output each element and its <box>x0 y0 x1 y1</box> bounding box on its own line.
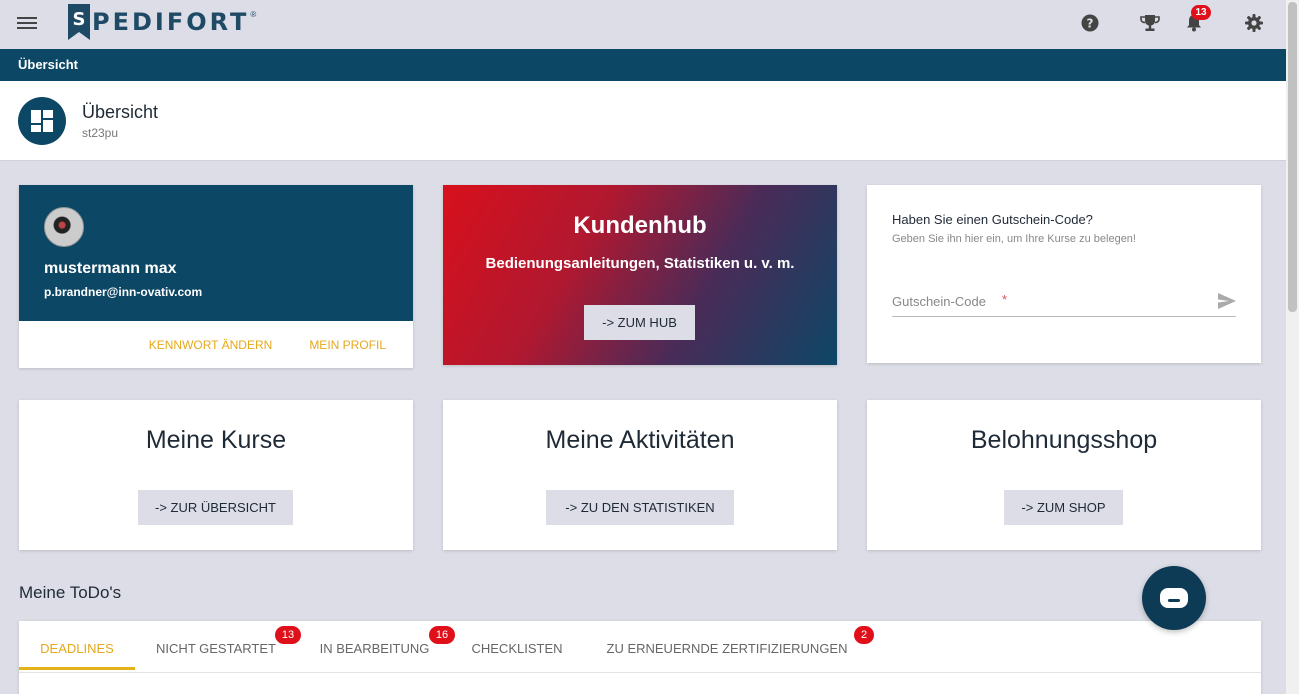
tab-deadlines[interactable]: DEADLINES <box>19 621 135 670</box>
todos-card: DEADLINES NICHT GESTARTET 13 IN BEARBEIT… <box>19 621 1261 694</box>
tab-not-started[interactable]: NICHT GESTARTET <box>155 621 277 670</box>
change-password-button[interactable]: KENNWORT ÄNDERN <box>149 338 273 352</box>
tile-title: Meine Kurse <box>145 426 287 454</box>
top-bar: S PEDIFORT ® ? 13 <box>0 0 1286 49</box>
voucher-field: * <box>892 289 1236 317</box>
count-badge: 13 <box>275 626 301 644</box>
my-courses-tile: Meine Kurse -> ZUR ÜBERSICHT <box>19 400 413 550</box>
gear-icon[interactable] <box>1243 12 1265 34</box>
to-statistics-button[interactable]: -> ZU DEN STATISTIKEN <box>546 490 734 525</box>
voucher-title: Haben Sie einen Gutschein-Code? <box>892 212 1093 227</box>
send-icon[interactable] <box>1218 293 1236 309</box>
svg-text:S: S <box>73 9 86 30</box>
count-badge: 2 <box>854 626 874 644</box>
logo[interactable]: S PEDIFORT ® <box>68 4 256 40</box>
to-shop-button[interactable]: -> ZUM SHOP <box>1004 490 1123 525</box>
todos-heading: Meine ToDo's <box>19 583 122 602</box>
chat-button[interactable] <box>1142 566 1206 630</box>
profile-email: p.brandner@inn-ovativ.com <box>44 285 203 299</box>
voucher-card: Haben Sie einen Gutschein-Code? Geben Si… <box>867 185 1261 363</box>
help-icon[interactable]: ? <box>1079 12 1101 34</box>
tab-certifications[interactable]: ZU ERNEUERNDE ZERTIFIZIERUNGEN <box>602 621 852 670</box>
logo-registered-mark: ® <box>250 10 257 19</box>
required-mark: * <box>1002 292 1008 307</box>
to-hub-button[interactable]: -> ZUM HUB <box>584 305 695 340</box>
tile-title: Belohnungsshop <box>970 426 1158 454</box>
dashboard-icon <box>18 97 66 145</box>
todo-tabs: DEADLINES NICHT GESTARTET 13 IN BEARBEIT… <box>19 621 1261 673</box>
voucher-subtitle: Geben Sie ihn hier ein, um Ihre Kurse zu… <box>892 233 1136 245</box>
avatar <box>44 207 84 247</box>
my-activities-tile: Meine Aktivitäten -> ZU DEN STATISTIKEN <box>443 400 837 550</box>
voucher-code-input[interactable] <box>892 289 1202 313</box>
chat-icon <box>1160 588 1188 608</box>
tab-checklists[interactable]: CHECKLISTEN <box>471 621 563 670</box>
count-badge: 16 <box>429 626 455 644</box>
page-header: Übersicht st23pu <box>0 81 1286 161</box>
page-subtitle: st23pu <box>82 126 119 140</box>
hub-title: Kundenhub <box>573 212 707 239</box>
scrollbar-thumb[interactable] <box>1288 2 1297 312</box>
tab-in-progress[interactable]: IN BEARBEITUNG <box>317 621 432 670</box>
tile-title: Meine Aktivitäten <box>545 426 735 454</box>
trophy-icon[interactable] <box>1139 12 1161 34</box>
logo-text: PEDIFORT <box>92 8 250 36</box>
profile-card: mustermann max p.brandner@inn-ovativ.com… <box>19 185 413 368</box>
my-profile-button[interactable]: MEIN PROFIL <box>309 338 386 352</box>
to-overview-button[interactable]: -> ZUR ÜBERSICHT <box>138 490 293 525</box>
profile-actions: KENNWORT ÄNDERN MEIN PROFIL <box>149 338 386 352</box>
kundenhub-card: Kundenhub Bedienungsanleitungen, Statist… <box>443 185 837 365</box>
menu-icon[interactable] <box>17 14 37 32</box>
profile-name: mustermann max <box>44 260 177 277</box>
reward-shop-tile: Belohnungsshop -> ZUM SHOP <box>867 400 1261 550</box>
svg-text:?: ? <box>1087 17 1094 31</box>
page-title: Übersicht <box>82 102 159 122</box>
profile-header: mustermann max p.brandner@inn-ovativ.com <box>19 185 413 321</box>
breadcrumb-item[interactable]: Übersicht <box>18 57 78 72</box>
notification-badge: 13 <box>1191 5 1211 20</box>
breadcrumb: Übersicht <box>0 49 1286 81</box>
hub-subtitle: Bedienungsanleitungen, Statistiken u. v.… <box>485 255 795 272</box>
logo-mark-icon: S <box>68 4 90 40</box>
